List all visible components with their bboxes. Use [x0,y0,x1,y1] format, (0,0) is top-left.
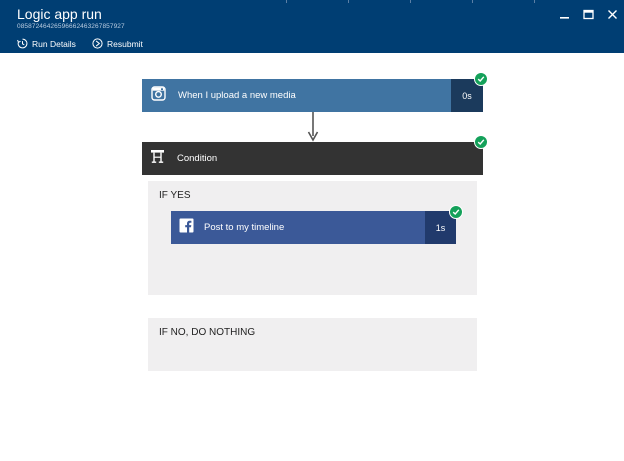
page-title: Logic app run [17,6,102,22]
condition-label: Condition [177,153,218,164]
instagram-icon [151,85,166,106]
header-divider [472,0,473,3]
resubmit-label: Resubmit [107,38,143,49]
close-button[interactable] [604,6,620,22]
run-details-button[interactable]: Run Details [17,37,76,50]
maximize-icon [582,9,594,19]
resubmit-icon [92,38,103,49]
header-divider [410,0,411,3]
facebook-icon [179,218,194,238]
trigger-card[interactable]: When I upload a new media 0s [142,79,483,112]
close-icon [607,9,617,19]
header-divider [286,0,287,3]
condition-card[interactable]: Condition [142,142,483,175]
if-no-label: IF NO, DO NOTHING [159,327,256,338]
header-divider [348,0,349,3]
if-no-branch: IF NO, DO NOTHING [148,318,477,371]
facebook-action-success-check-icon [449,205,463,219]
condition-success-check-icon [474,135,488,149]
resubmit-button[interactable]: Resubmit [92,37,143,50]
facebook-action-card[interactable]: Post to my timeline 1s [171,211,456,244]
history-icon [17,38,28,49]
maximize-button[interactable] [580,6,596,22]
minimize-button[interactable] [556,6,572,22]
if-yes-label: IF YES [159,190,191,201]
facebook-action-label: Post to my timeline [204,222,285,233]
run-details-label: Run Details [32,38,76,49]
minimize-icon [559,16,569,19]
run-id: 08587246426596662463267857927 [17,23,125,30]
trigger-label: When I upload a new media [178,90,296,101]
connector-arrow-icon [307,112,319,142]
trigger-success-check-icon [474,72,488,86]
condition-icon [150,149,165,169]
header-divider [534,0,535,3]
blade-header: Logic app run 08587246426596662463267857… [0,0,624,53]
